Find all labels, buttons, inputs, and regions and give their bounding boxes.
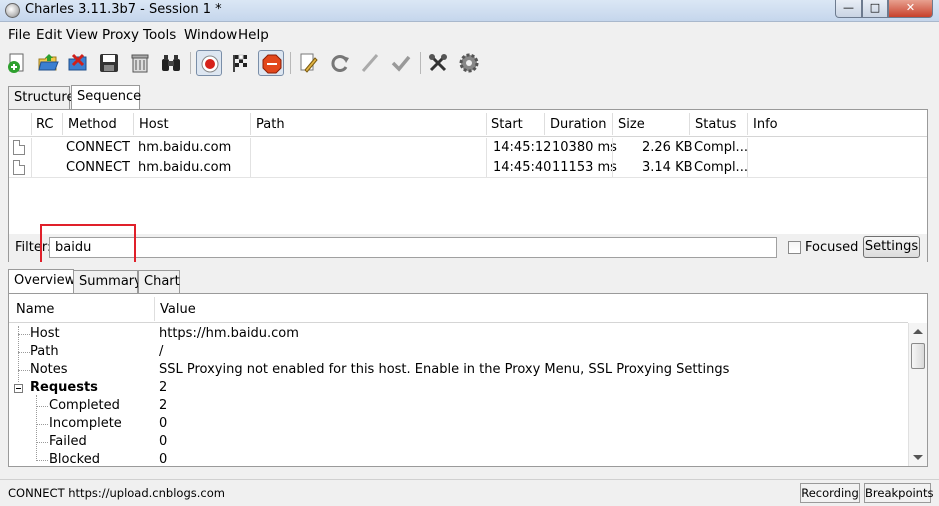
save-icon[interactable] [96,50,122,76]
overview-row-host[interactable]: Host https://hm.baidu.com [9,325,908,343]
title-bar: Charles 3.11.3b7 - Session 1 * — □ ✕ [0,0,939,22]
sequence-table: RC Method Host Path Start Duration Size … [8,109,928,235]
focused-label: Focused [805,240,859,255]
window-title: Charles 3.11.3b7 - Session 1 * [25,2,222,17]
menu-tools[interactable]: Tools [143,27,176,43]
record-icon[interactable] [196,50,222,76]
column-size[interactable]: Size [618,117,645,132]
split-pane-divider[interactable] [0,262,939,268]
cell-host: hm.baidu.com [138,140,232,155]
overview-row-notes[interactable]: Notes SSL Proxying not enabled for this … [9,361,908,379]
tab-summary[interactable]: Summary [73,270,142,294]
overview-row-path[interactable]: Path / [9,343,908,361]
cell-status: Compl... [694,160,748,175]
filter-bar: Filter: Focused Settings [8,234,928,262]
cell-method: CONNECT [66,160,130,175]
throttle-flag-icon[interactable] [228,50,254,76]
open-session-icon[interactable] [35,50,61,76]
toolbar [0,46,939,80]
repeat-icon[interactable] [327,50,353,76]
overview-row-failed[interactable]: Failed 0 [9,433,908,451]
menu-view[interactable]: View [66,27,98,43]
column-host[interactable]: Host [139,117,169,132]
overview-row-incomplete[interactable]: Incomplete 0 [9,415,908,433]
cell-method: CONNECT [66,140,130,155]
cell-start: 14:45:12 [493,140,552,155]
settings-gear-icon[interactable] [456,50,482,76]
cell-status: Compl... [694,140,748,155]
table-row[interactable]: CONNECT hm.baidu.com 14:45:40 11153 ms 3… [9,158,927,178]
overview-row-blocked[interactable]: Blocked 0 [9,451,908,469]
breakpoints-stop-icon[interactable] [258,50,284,76]
overview-row-requests[interactable]: Requests 2 [9,379,908,397]
column-duration[interactable]: Duration [550,117,606,132]
column-start[interactable]: Start [491,117,523,132]
cell-duration: 11153 ms [552,160,617,175]
recording-button[interactable]: Recording [800,483,860,503]
focused-checkbox[interactable] [788,241,801,254]
minimize-button[interactable]: — [835,0,862,18]
menu-file[interactable]: File [8,27,31,43]
tools-icon[interactable] [425,50,451,76]
clear-trash-icon[interactable] [127,50,153,76]
tab-overview[interactable]: Overview [8,269,75,294]
overview-row-completed[interactable]: Completed 2 [9,397,908,415]
filter-input[interactable] [49,237,777,258]
new-session-icon[interactable] [5,50,31,76]
scroll-down-icon[interactable] [913,455,923,460]
overview-header: Name Value [9,294,908,323]
column-status[interactable]: Status [695,117,736,132]
tab-structure[interactable]: Structure [8,86,74,110]
cell-host: hm.baidu.com [138,160,232,175]
document-icon [13,140,25,155]
find-binoculars-icon[interactable] [158,50,184,76]
tab-sequence[interactable]: Sequence [71,85,141,110]
overview-panel: Name Value Host https://hm.baidu.com Pat… [8,293,928,467]
charles-app-icon [5,3,20,18]
menu-window[interactable]: Window [184,27,237,43]
maximize-button[interactable]: □ [862,0,888,18]
close-session-icon[interactable] [65,50,91,76]
cell-size: 3.14 KB [642,160,693,175]
edit-pencil-icon[interactable] [295,50,321,76]
scroll-thumb[interactable] [911,343,925,369]
column-name[interactable]: Name [16,302,54,317]
scroll-up-icon[interactable] [913,329,923,334]
column-path[interactable]: Path [256,117,285,132]
collapse-icon[interactable] [14,384,23,393]
column-method[interactable]: Method [68,117,117,132]
filter-label: Filter: [15,240,52,255]
menu-edit[interactable]: Edit [36,27,62,43]
cell-duration: 10380 ms [552,140,617,155]
menu-bar: File Edit View Proxy Tools Window Help [0,23,939,45]
table-row[interactable]: CONNECT hm.baidu.com 14:45:12 10380 ms 2… [9,138,927,158]
column-rc[interactable]: RC [36,117,53,132]
settings-button[interactable]: Settings [863,236,920,258]
tab-chart[interactable]: Chart [138,270,180,294]
sequence-table-header: RC Method Host Path Start Duration Size … [9,110,927,137]
cell-start: 14:45:40 [493,160,552,175]
status-text: CONNECT https://upload.cnblogs.com [8,486,225,500]
column-info[interactable]: Info [753,117,778,132]
vertical-scrollbar[interactable] [908,323,927,466]
tick-icon[interactable] [388,50,414,76]
validate-icon[interactable] [357,50,383,76]
breakpoints-button[interactable]: Breakpoints [864,483,933,503]
cell-size: 2.26 KB [642,140,693,155]
close-window-button[interactable]: ✕ [888,0,933,18]
column-value[interactable]: Value [160,302,196,317]
status-bar: CONNECT https://upload.cnblogs.com Recor… [0,479,939,506]
menu-help[interactable]: Help [238,27,269,43]
document-icon [13,160,25,175]
menu-proxy[interactable]: Proxy [102,27,139,43]
